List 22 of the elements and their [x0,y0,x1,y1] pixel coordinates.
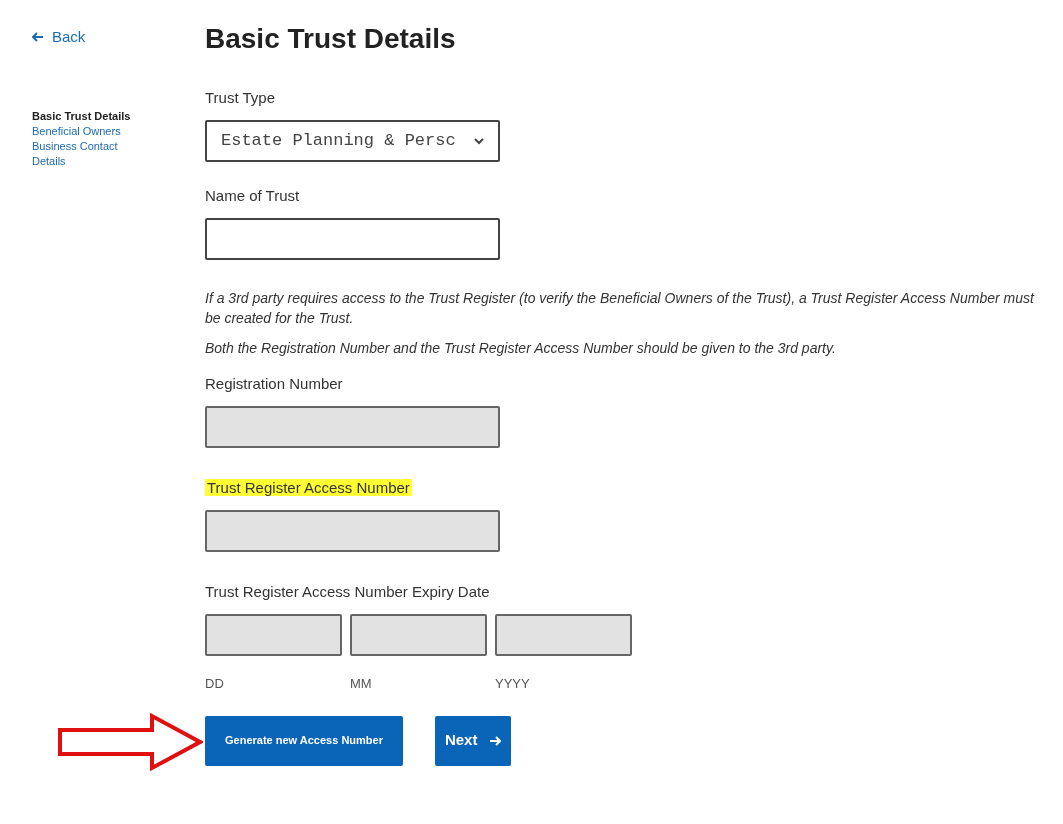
info-paragraph: Both the Registration Number and the Trust Register Access Number should be given to the 3rd party. [205,339,837,358]
field-label: Trust Register Access Number Expiry Date [205,583,490,600]
back-link[interactable]: Back [32,26,205,49]
sidebar-item[interactable]: Basic Trust Details [32,108,147,124]
page-title: Basic Trust Details [205,22,457,56]
chevron-down-icon [474,137,484,145]
date-part-label: MM [350,675,373,693]
sidebar-item[interactable]: Beneficial Owners [32,123,147,139]
field-label: Registration Number [205,375,343,392]
field-label: Trust Register Access Number [205,479,412,496]
date-part-label: YYYY [495,675,531,693]
date-part-label: DD [205,675,225,693]
arrow-right-icon [489,735,502,746]
sidebar-item[interactable]: Business Contact Details [32,138,147,169]
info-paragraph: If a 3rd party requires access to the Trust Register (to verify the Beneficial Owners of the Trust), a Trust Register Access Number must be created for the Trust. [205,289,1036,328]
input-field[interactable] [205,218,500,260]
action-button[interactable]: Next [434,715,512,766]
trust-type-select[interactable]: Estate Planning & Persc [205,120,500,162]
arrow-left-icon [32,32,44,43]
field-label: Trust Type [205,89,276,106]
field-label: Name of Trust [205,187,300,204]
action-button[interactable]: Generate new Access Number [205,715,403,766]
